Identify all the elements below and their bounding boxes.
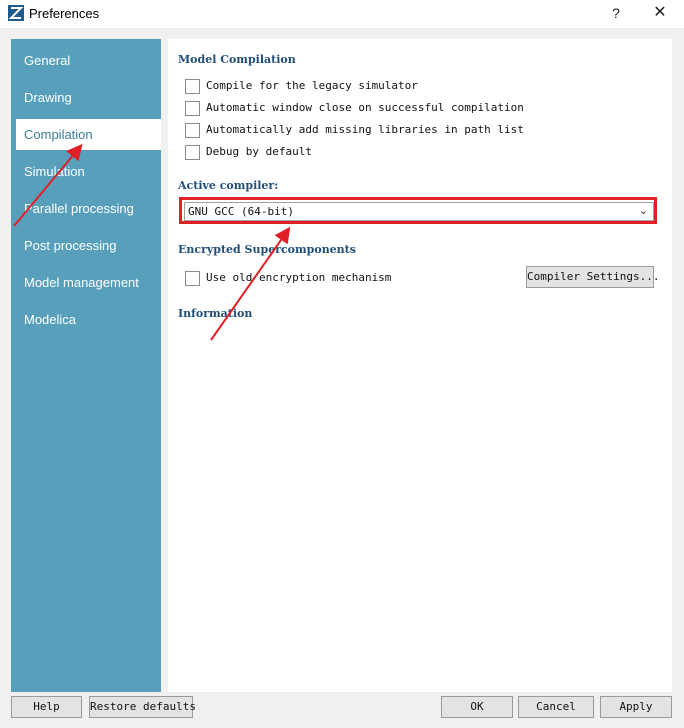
apply-button[interactable]: Apply	[600, 696, 672, 718]
encrypted-supercomponents-title: Encrypted Supercomponents	[178, 243, 356, 256]
option-label: Debug by default	[206, 145, 312, 158]
sidebar-item-model-management[interactable]: Model management	[16, 267, 161, 298]
help-title-button[interactable]: ?	[602, 3, 630, 23]
app-logo-icon	[8, 5, 24, 21]
checkbox[interactable]	[185, 79, 200, 94]
window-title: Preferences	[29, 6, 100, 21]
sidebar-item-post-processing[interactable]: Post processing	[16, 230, 161, 261]
close-icon[interactable]: ✕	[646, 3, 674, 23]
model-compilation-title: Model Compilation	[178, 53, 296, 66]
checkbox[interactable]	[185, 101, 200, 116]
compiler-settings-button[interactable]: Compiler Settings...	[526, 266, 659, 288]
cancel-button[interactable]: Cancel	[518, 696, 594, 718]
chevron-down-icon[interactable]: ⌄	[639, 204, 648, 217]
help-button[interactable]: Help	[11, 696, 82, 718]
option-label: Automatically add missing libraries in p…	[206, 123, 524, 136]
sidebar-item-compilation[interactable]: Compilation	[16, 119, 161, 150]
compilation-panel: Model Compilation Compile for the legacy…	[168, 39, 672, 692]
title-bar: Preferences ? ✕	[0, 0, 684, 28]
restore-defaults-button[interactable]: Restore defaults	[89, 696, 196, 718]
option-label: Compile for the legacy simulator	[206, 79, 418, 92]
preferences-sidebar: General Drawing Compilation Simulation P…	[11, 39, 161, 692]
option-label: Use old encryption mechanism	[206, 271, 392, 284]
active-compiler-label: Active compiler:	[178, 179, 279, 192]
checkbox[interactable]	[185, 271, 200, 286]
checkbox[interactable]	[185, 145, 200, 160]
active-compiler-value: GNU GCC (64-bit)	[188, 205, 294, 218]
ok-button[interactable]: OK	[441, 696, 513, 718]
sidebar-item-parallel-processing[interactable]: Parallel processing	[16, 193, 161, 224]
checkbox[interactable]	[185, 123, 200, 138]
information-title: Information	[178, 307, 253, 320]
option-label: Automatic window close on successful com…	[206, 101, 524, 114]
sidebar-item-modelica[interactable]: Modelica	[16, 304, 161, 335]
sidebar-item-general[interactable]: General	[16, 45, 161, 76]
sidebar-item-drawing[interactable]: Drawing	[16, 82, 161, 113]
sidebar-item-simulation[interactable]: Simulation	[16, 156, 161, 187]
active-compiler-select[interactable]: GNU GCC (64-bit) ⌄	[184, 202, 654, 221]
